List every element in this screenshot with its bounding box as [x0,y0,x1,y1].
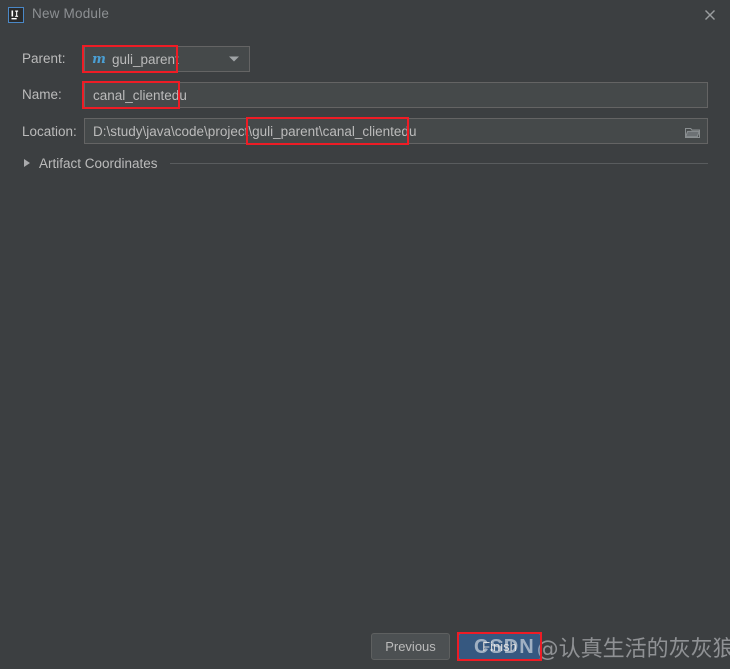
parent-label: Parent: [22,51,66,66]
name-input[interactable]: canal_clientedu [84,82,708,108]
parent-dropdown-value-wrap: m guli_parent [85,51,179,67]
location-label: Location: [22,124,77,139]
name-label: Name: [22,87,62,102]
chevron-down-icon[interactable] [229,56,239,62]
title-bar: New Module [0,0,730,29]
location-input-value: D:\study\java\code\project\guli_parent\c… [93,123,417,139]
artifact-coordinates-section[interactable]: Artifact Coordinates [24,154,708,172]
chevron-right-icon[interactable] [24,159,30,167]
intellij-idea-icon [8,7,24,23]
finish-button[interactable]: Finish [458,633,541,660]
folder-icon[interactable] [678,120,706,143]
artifact-coordinates-label: Artifact Coordinates [39,155,158,171]
maven-module-icon: m [92,51,106,67]
close-icon[interactable] [698,5,722,25]
section-divider [169,162,708,164]
parent-dropdown-value: guli_parent [112,51,179,67]
parent-dropdown[interactable]: m guli_parent [84,46,250,72]
location-input[interactable]: D:\study\java\code\project\guli_parent\c… [84,118,708,144]
page-title: New Module [32,6,110,21]
new-module-dialog: New Module Parent: m guli_parent Name: c… [0,0,730,669]
watermark-username: @认真生活的灰灰狼 [536,637,730,662]
previous-button[interactable]: Previous [371,633,450,660]
